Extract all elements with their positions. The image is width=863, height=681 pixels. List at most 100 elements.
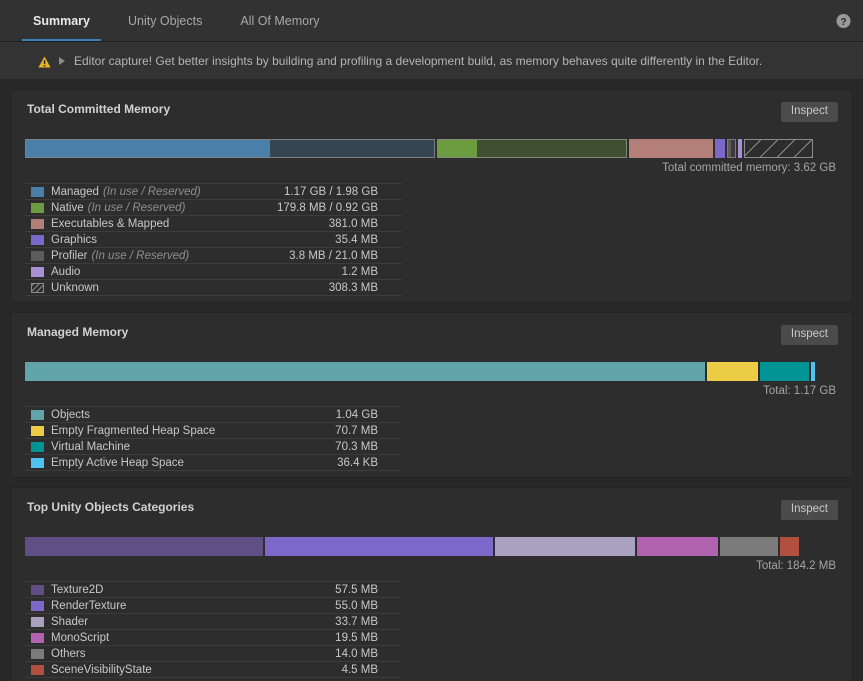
bar-segment-executables-mapped[interactable] — [629, 139, 713, 158]
legend-color-swatch — [31, 203, 44, 213]
legend-label: RenderTexture — [51, 600, 126, 612]
legend-row[interactable]: Profiler (In use / Reserved) 3.8 MB / 21.0… — [25, 248, 402, 264]
bar-segment-inuse-fill — [438, 140, 477, 157]
legend-value: 19.5 MB — [335, 632, 402, 644]
legend-label: Executables & Mapped — [51, 218, 169, 230]
bar-segment-profiler[interactable] — [727, 139, 736, 158]
legend-row[interactable]: Shader33.7 MB — [25, 614, 402, 630]
legend-row[interactable]: Native(In use / Reserved)179.8 MB / 0.92… — [25, 200, 402, 216]
bar-segment-others[interactable] — [720, 537, 778, 556]
legend-value: 3.8 MB / 21.0 MB — [289, 250, 402, 262]
legend-label: SceneVisibilityState — [51, 664, 152, 676]
legend-row[interactable]: Empty Fragmented Heap Space 70.7 MB — [25, 423, 402, 439]
legend-row[interactable]: MonoScript 19.5 MB — [25, 630, 402, 646]
legend-table: Managed(In use / Reserved)1.17 GB / 1.98… — [25, 183, 402, 296]
legend-label: Unknown — [51, 282, 99, 294]
legend-label: Others — [51, 648, 86, 660]
memory-bar — [25, 139, 838, 158]
legend-value: 14.0 MB — [335, 648, 402, 660]
bar-segment-objects[interactable] — [25, 362, 705, 381]
legend-sublabel: (In use / Reserved) — [91, 250, 189, 262]
bar-segment-rendertexture[interactable] — [265, 537, 493, 556]
legend-label: Profiler — [51, 250, 87, 262]
legend-label: Empty Active Heap Space — [51, 457, 184, 469]
legend-label: MonoScript — [51, 632, 109, 644]
legend-color-swatch — [31, 235, 44, 245]
bar-segment-empty-fragmented-heap-space[interactable] — [707, 362, 758, 381]
legend-row[interactable]: Audio1.2 MB — [25, 264, 402, 280]
legend-table: Objects1.04 GBEmpty Fragmented Heap Spac… — [25, 406, 402, 471]
legend-sublabel: (In use / Reserved) — [88, 202, 186, 214]
panel-managed-memory: Managed Memory Inspect Total: 1.17 GB Objec… — [10, 312, 853, 478]
legend-row[interactable]: Unknown308.3 MB — [25, 280, 402, 296]
legend-label: Empty Fragmented Heap Space — [51, 425, 215, 437]
foldout-arrow-icon[interactable] — [59, 57, 65, 65]
legend-label: Native — [51, 202, 84, 214]
legend-row[interactable]: Others 14.0 MB — [25, 646, 402, 662]
bar-segment-texture2d[interactable] — [25, 537, 263, 556]
legend-row[interactable]: Managed(In use / Reserved)1.17 GB / 1.98… — [25, 184, 402, 200]
legend-value: 55.0 MB — [335, 600, 402, 612]
legend-color-swatch — [31, 410, 44, 420]
legend-label: Texture2D — [51, 584, 103, 596]
bar-segment-graphics[interactable] — [715, 139, 725, 158]
editor-capture-warning-banner: Editor capture! Get better insights by b… — [0, 42, 863, 80]
inspect-button[interactable]: Inspect — [781, 500, 838, 520]
tab-all-of-memory[interactable]: All Of Memory — [221, 0, 338, 41]
bar-segment-native[interactable] — [437, 139, 627, 158]
legend-value: 33.7 MB — [335, 616, 402, 628]
legend-value: 1.2 MB — [342, 266, 402, 278]
tab-summary[interactable]: Summary — [14, 0, 109, 41]
legend-value: 1.17 GB / 1.98 GB — [284, 186, 402, 198]
legend-color-swatch — [31, 633, 44, 643]
bar-segment-inuse-fill — [728, 140, 731, 157]
legend-row[interactable]: Empty Active Heap Space36.4 KB — [25, 455, 402, 471]
legend-color-swatch — [31, 665, 44, 675]
legend-value: 1.04 GB — [336, 409, 402, 421]
panel-header: Total Committed MemoryInspect — [25, 102, 838, 124]
inspect-button[interactable]: Inspect — [781, 325, 838, 345]
legend-sublabel: (In use / Reserved) — [103, 186, 201, 198]
legend-row[interactable]: Virtual Machine 70.3 MB — [25, 439, 402, 455]
legend-row[interactable]: SceneVisibilityState 4.5 MB — [25, 662, 402, 678]
legend-label: Virtual Machine — [51, 441, 130, 453]
bar-segment-empty-active-heap-space[interactable] — [811, 362, 815, 381]
bar-segment-inuse-fill — [26, 140, 270, 157]
total-label: Total: 1.17 GB — [25, 385, 838, 397]
legend-row[interactable]: Graphics35.4 MB — [25, 232, 402, 248]
warning-banner-text: Editor capture! Get better insights by b… — [74, 54, 762, 68]
svg-text:?: ? — [840, 16, 846, 27]
tab-unity-objects[interactable]: Unity Objects — [109, 0, 221, 41]
legend-value: 35.4 MB — [335, 234, 402, 246]
bar-segment-managed[interactable] — [25, 139, 435, 158]
panel-title: Top Unity Objects Categories — [25, 500, 194, 514]
legend-row[interactable]: Texture2D57.5 MB — [25, 582, 402, 598]
legend-value: 381.0 MB — [329, 218, 402, 230]
legend-color-swatch — [31, 617, 44, 627]
panel-total-committed-memory: Total Committed MemoryInspect Total commi… — [10, 89, 853, 303]
bar-segment-audio[interactable] — [738, 139, 742, 158]
legend-row[interactable]: RenderTexture 55.0 MB — [25, 598, 402, 614]
legend-value: 70.3 MB — [335, 441, 402, 453]
panel-title: Managed Memory — [25, 325, 128, 339]
inspect-button[interactable]: Inspect — [781, 102, 838, 122]
legend-row[interactable]: Executables & Mapped 381.0 MB — [25, 216, 402, 232]
bar-segment-unknown[interactable] — [744, 139, 813, 158]
bar-segment-monoscript[interactable] — [637, 537, 718, 556]
legend-color-swatch — [31, 187, 44, 197]
legend-color-swatch — [31, 585, 44, 595]
bar-segment-shader[interactable] — [495, 537, 635, 556]
legend-row[interactable]: Objects1.04 GB — [25, 407, 402, 423]
legend-value: 70.7 MB — [335, 425, 402, 437]
bar-segment-virtual-machine[interactable] — [760, 362, 809, 381]
legend-color-swatch — [31, 219, 44, 229]
tab-label: Summary — [33, 14, 90, 28]
help-question-icon[interactable]: ? — [836, 13, 851, 28]
tab-label: All Of Memory — [240, 14, 319, 28]
legend-color-swatch — [31, 601, 44, 611]
total-label: Total committed memory: 3.62 GB — [25, 162, 838, 174]
legend-color-swatch — [31, 442, 44, 452]
bar-segment-scenevisibilitystate[interactable] — [780, 537, 799, 556]
memory-bar — [25, 537, 838, 556]
legend-value: 4.5 MB — [342, 664, 402, 676]
